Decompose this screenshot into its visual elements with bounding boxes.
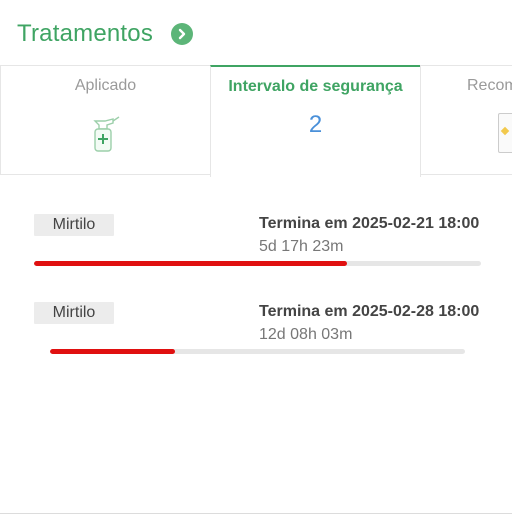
- progress-fill: [50, 349, 175, 354]
- tab-label: Recom: [467, 77, 512, 94]
- tab-value: 2: [308, 111, 323, 138]
- crop-badge: Mirtilo: [34, 302, 114, 324]
- tab-recomendacoes[interactable]: Recom: [420, 65, 512, 175]
- chevron-right-circle-icon[interactable]: [171, 23, 194, 45]
- progress-fill: [34, 261, 347, 266]
- end-date: Termina em 2025-02-28 18:00: [259, 303, 480, 320]
- page-title: Tratamentos: [17, 20, 154, 47]
- divider: [0, 513, 512, 514]
- crop-badge: Mirtilo: [34, 214, 114, 236]
- spray-bottle-icon: [91, 115, 121, 158]
- end-date: Termina em 2025-02-21 18:00: [259, 215, 480, 232]
- remaining-time: 12d 08h 03m: [259, 326, 353, 343]
- tab-label: Intervalo de segurança: [228, 78, 403, 95]
- document-icon: [498, 113, 512, 153]
- progress-track: [50, 349, 465, 354]
- progress-track: [34, 261, 481, 266]
- tab-label: Aplicado: [74, 77, 137, 94]
- tab-intervalo-seguranca[interactable]: Intervalo de segurança 2: [210, 65, 421, 177]
- header: Tratamentos: [17, 18, 194, 50]
- remaining-time: 5d 17h 23m: [259, 238, 344, 255]
- tab-aplicado[interactable]: Aplicado: [0, 65, 211, 175]
- tabs-row: Aplicado Intervalo de segurança 2 Recom: [0, 65, 512, 177]
